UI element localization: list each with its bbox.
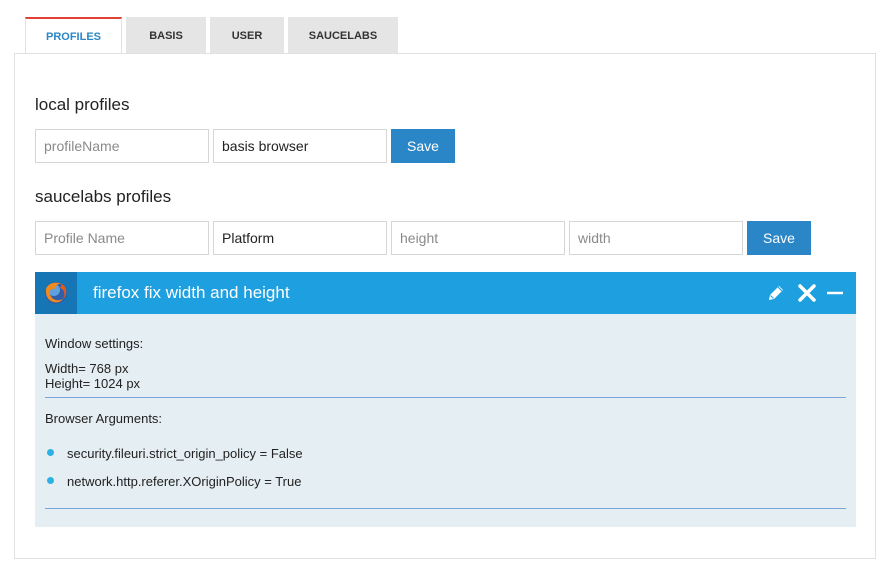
saucelabs-profile-name-input[interactable] [35,221,209,255]
saucelabs-profiles-heading: saucelabs profiles [35,187,172,206]
pencil-icon[interactable] [766,283,786,303]
browser-argument-item: network.http.referer.XOriginPolicy = Tru… [67,474,302,489]
profile-card-body: Window settings: Width= 768 px Height= 1… [35,314,856,527]
divider [45,508,846,509]
bullet-icon [47,449,54,456]
tab-user[interactable]: USER [210,17,284,54]
browser-arguments-label: Browser Arguments: [45,411,163,426]
local-profiles-heading: local profiles [35,95,130,114]
profile-card-title: firefox fix width and height [93,283,290,302]
tab-profiles[interactable]: PROFILES [25,17,122,54]
saucelabs-save-button[interactable]: Save [747,221,811,255]
width-value: Width= 768 px [45,361,129,376]
saucelabs-height-input[interactable] [391,221,565,255]
minimize-icon[interactable] [825,283,845,303]
tab-saucelabs[interactable]: SAUCELABS [288,17,398,54]
local-save-button[interactable]: Save [391,129,455,163]
bullet-icon [47,477,54,484]
profile-card-header: firefox fix width and height [35,272,856,314]
local-profile-name-input[interactable] [35,129,209,163]
close-icon[interactable] [797,283,817,303]
browser-argument-item: security.fileuri.strict_origin_policy = … [67,446,303,461]
local-browser-input[interactable] [213,129,387,163]
divider [45,397,846,398]
saucelabs-platform-input[interactable] [213,221,387,255]
saucelabs-width-input[interactable] [569,221,743,255]
tab-basis[interactable]: BASIS [126,17,206,54]
height-value: Height= 1024 px [45,376,141,391]
window-settings-label: Window settings: [45,336,144,351]
tab-bar: PROFILES BASIS USER SAUCELABS [25,17,398,54]
firefox-icon [35,272,77,314]
